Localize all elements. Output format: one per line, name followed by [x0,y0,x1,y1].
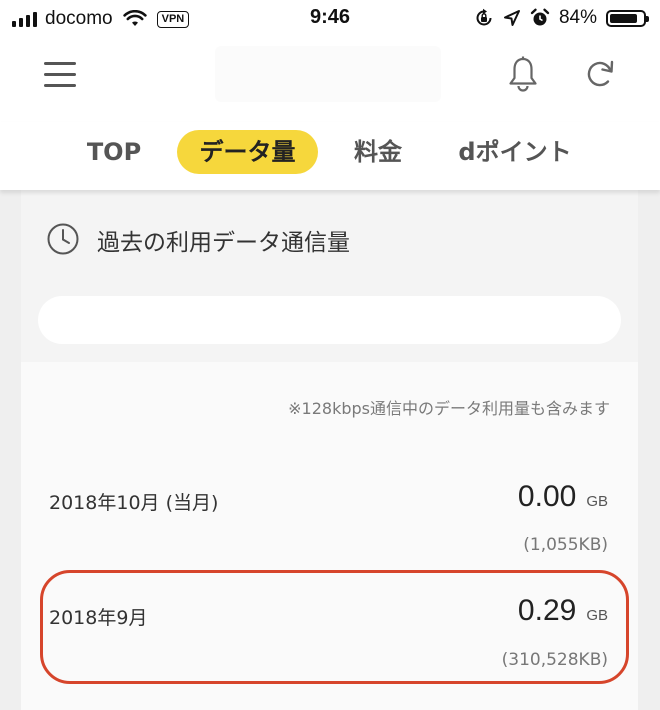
bell-icon[interactable] [506,56,540,92]
tab-dpoint[interactable]: dポイント [455,130,575,174]
card-header: 過去の利用データ通信量 [21,190,638,362]
hamburger-menu-icon[interactable] [44,62,76,88]
usage-row-month: 2018年10月 (当月) [49,492,219,514]
usage-value: 0.29 [517,594,577,627]
location-arrow-icon [503,10,520,26]
data-usage-card: 過去の利用データ通信量 ※128kbps通信中のデータ利用量も含みます 2018… [21,190,638,710]
refresh-icon[interactable] [584,58,616,90]
alarm-clock-icon [530,8,550,26]
usage-value: 0.00 [517,480,577,513]
usage-unit: GB [586,607,608,624]
usage-row-value: 0.00 GB [518,480,608,514]
tab-data-usage[interactable]: データ量 [177,130,318,174]
usage-row-kb: (1,055KB) [523,535,608,555]
battery-percentage: 84% [558,7,597,28]
usage-row-month: 2018年9月 [49,607,148,629]
tab-top[interactable]: TOP [84,130,144,174]
month-selector[interactable] [38,296,621,344]
usage-row-kb: (310,528KB) [501,650,608,670]
usage-unit: GB [586,493,608,510]
app-header [0,38,660,122]
status-right: 84% [474,7,649,29]
usage-row-value: 0.29 GB [518,594,608,628]
clock-icon [47,223,79,255]
card-title: 過去の利用データ通信量 [97,230,350,256]
header-logo-area [215,46,441,102]
battery-icon [606,9,649,27]
tab-bar: TOP データ量 料金 dポイント [0,122,660,190]
usage-note: ※128kbps通信中のデータ利用量も含みます [288,399,610,418]
rotation-lock-icon [476,8,492,26]
status-bar: docomo VPN 9:46 84% [0,0,660,38]
tab-fee[interactable]: 料金 [350,130,406,174]
